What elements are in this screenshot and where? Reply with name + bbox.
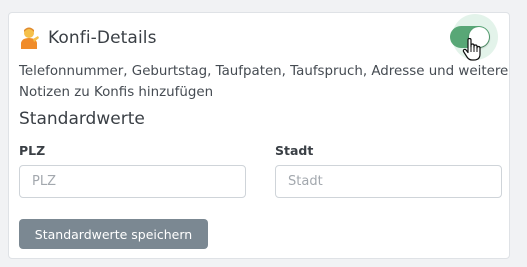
person-tipping-hand-icon [19, 27, 39, 49]
konfi-details-toggle[interactable] [442, 12, 502, 62]
plz-label: PLZ [19, 143, 46, 158]
card-header: Konfi-Details [19, 27, 157, 49]
stadt-label: Stadt [275, 143, 314, 158]
section-description: Telefonnummer, Geburtstag, Taufpaten, Ta… [19, 64, 509, 100]
hand-pointer-cursor-icon [462, 37, 482, 62]
stadt-input[interactable] [275, 165, 502, 198]
plz-input[interactable] [19, 165, 246, 198]
defaults-title: Standardwerte [19, 109, 145, 129]
save-defaults-button[interactable]: Standardwerte speichern [19, 219, 208, 249]
konfi-details-card: Konfi-Details Telefonnummer, Geburtstag,… [8, 12, 510, 259]
section-title: Konfi-Details [48, 28, 157, 48]
